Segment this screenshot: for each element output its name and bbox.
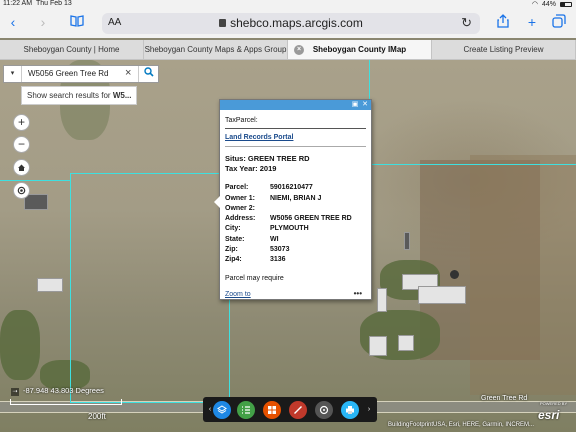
more-actions-icon[interactable]: ••• xyxy=(354,289,362,298)
situs-line: Situs: GREEN TREE RD xyxy=(225,154,310,163)
road-label: Green Tree Rd xyxy=(481,395,528,402)
building xyxy=(418,286,466,304)
tabs-overview-icon[interactable] xyxy=(550,14,568,31)
bottom-toolbar: ‹ › xyxy=(203,397,377,422)
tab-imap[interactable]: × Sheboygan County IMap xyxy=(288,40,432,59)
basemap-icon[interactable] xyxy=(263,401,281,419)
land-records-link[interactable]: Land Records Portal xyxy=(225,134,293,141)
tax-year-line: Tax Year: 2019 xyxy=(225,164,277,173)
popup-note: Parcel may require xyxy=(225,275,284,282)
status-time-date: 11:22 AM Thu Feb 13 xyxy=(3,0,72,7)
building xyxy=(398,335,414,351)
search-suggestion[interactable]: Show search results for W5... xyxy=(21,86,137,105)
legend-icon[interactable] xyxy=(237,401,255,419)
forward-icon[interactable]: › xyxy=(34,14,52,30)
wifi-icon: ◠ xyxy=(531,1,538,8)
clear-search-icon[interactable]: × xyxy=(125,67,131,79)
close-popup-icon[interactable]: ✕ xyxy=(361,101,369,109)
tab-maps-apps-group[interactable]: Sheboygan County Maps & Apps Group xyxy=(144,40,288,59)
popup-title: TaxParcel: xyxy=(225,117,258,124)
battery-icon xyxy=(560,1,572,7)
parcel-boundary xyxy=(369,164,576,165)
tab-create-listing-preview[interactable]: Create Listing Preview xyxy=(432,40,576,59)
search-widget: ▾ W5056 Green Tree Rd × xyxy=(3,65,159,83)
search-source-dropdown[interactable]: ▾ xyxy=(4,66,22,82)
map-attribution: BuildingFootprintUSA, Esri, HERE, Garmin… xyxy=(388,422,535,428)
tab-strip: Sheboygan County | Home Sheboygan County… xyxy=(0,40,576,60)
layers-icon[interactable] xyxy=(213,401,231,419)
zoom-in-button[interactable]: + xyxy=(13,114,30,131)
battery-level xyxy=(561,2,566,6)
map-view[interactable]: ▾ W5056 Green Tree Rd × Show search resu… xyxy=(0,60,576,432)
close-tab-icon[interactable]: × xyxy=(294,45,304,55)
print-settings-icon[interactable] xyxy=(315,401,333,419)
url-text: shebco.maps.arcgis.com xyxy=(230,16,363,30)
new-tab-icon[interactable]: + xyxy=(523,14,541,30)
measure-icon[interactable] xyxy=(289,401,307,419)
bookmarks-icon[interactable] xyxy=(68,14,86,30)
dock-icon[interactable]: ▣ xyxy=(351,101,359,109)
coordinate-toggle-icon[interactable]: ⇢ xyxy=(11,388,19,396)
scale-bar xyxy=(10,399,122,405)
search-icon[interactable] xyxy=(138,66,158,82)
zoom-out-button[interactable]: − xyxy=(13,136,30,153)
zoom-to-link[interactable]: Zoom to xyxy=(225,291,251,298)
search-input[interactable]: W5056 Green Tree Rd xyxy=(28,69,108,78)
parcel-boundary xyxy=(0,180,70,181)
tab-sheboygan-home[interactable]: Sheboygan County | Home xyxy=(0,40,144,59)
parcel-boundary xyxy=(70,173,230,403)
reload-icon[interactable]: ↻ xyxy=(461,15,472,31)
lock-icon xyxy=(219,19,227,27)
locate-icon[interactable] xyxy=(13,182,30,199)
status-bar: 11:22 AM Thu Feb 13 ◠ 44% xyxy=(0,0,576,8)
print-icon[interactable] xyxy=(341,401,359,419)
silo xyxy=(450,270,459,279)
scale-label: 200ft xyxy=(88,412,106,421)
browser-toolbar: ‹ › AA shebco.maps.arcgis.com ↻ + xyxy=(0,8,576,38)
address-bar[interactable]: AA shebco.maps.arcgis.com ↻ xyxy=(102,13,480,34)
coordinate-readout: ⇢ -87.948 43.803 Degrees xyxy=(11,386,104,396)
building xyxy=(369,336,387,356)
popup-header: ▣ ✕ xyxy=(220,100,371,110)
back-icon[interactable]: ‹ xyxy=(4,14,22,30)
parcel-popup: ▣ ✕ TaxParcel: Land Records Portal Situs… xyxy=(214,99,372,300)
battery-percent: 44% xyxy=(541,0,556,8)
share-icon[interactable] xyxy=(494,14,512,31)
building xyxy=(37,278,63,292)
building xyxy=(404,232,410,250)
esri-logo: POWERED BY esri xyxy=(538,401,568,422)
toolbar-next-icon[interactable]: › xyxy=(364,405,374,415)
building xyxy=(377,288,387,312)
home-icon[interactable] xyxy=(13,159,30,176)
